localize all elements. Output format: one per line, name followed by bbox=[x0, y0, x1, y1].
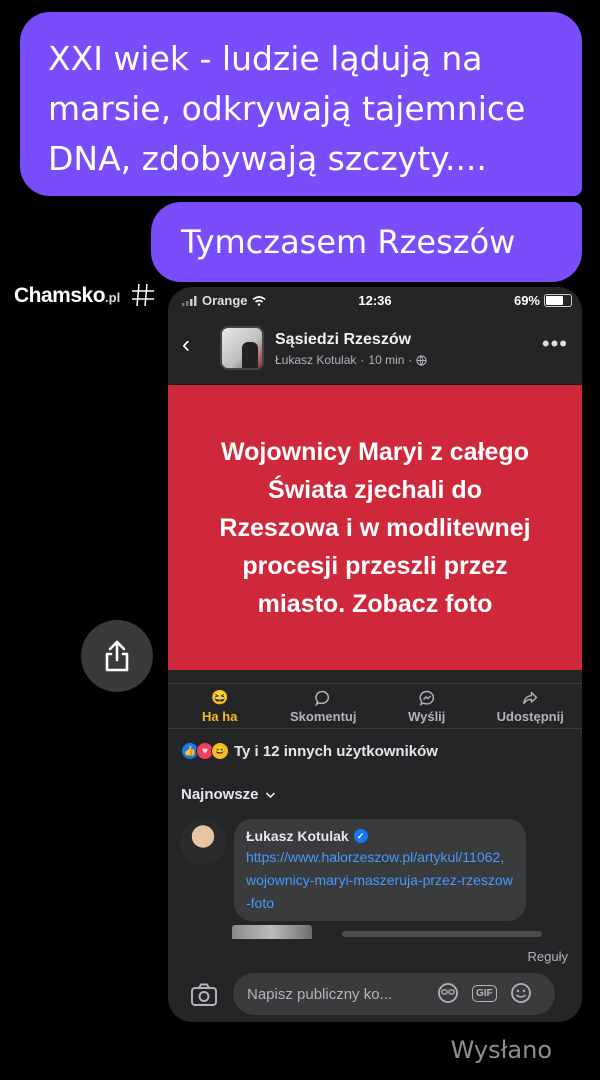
camera-icon[interactable] bbox=[190, 982, 218, 1008]
share-post-button[interactable]: Udostępnij bbox=[479, 684, 583, 728]
status-bar: Orange 12:36 69% bbox=[168, 287, 582, 313]
battery-percent: 69% bbox=[513, 293, 540, 308]
globe-icon bbox=[416, 354, 428, 366]
watermark-logo: Chamsko .pl bbox=[14, 276, 156, 308]
comment-icon bbox=[315, 690, 330, 706]
reactions-summary[interactable]: 👍 ♥ 😆 Ty i 12 innych użytkowników bbox=[181, 742, 438, 760]
comment-author[interactable]: Łukasz Kotulak bbox=[246, 828, 349, 844]
chat-message-bubble: XXI wiek - ludzie lądują na marsie, odkr… bbox=[20, 12, 582, 196]
comment-link[interactable]: https://www.halorzeszow.pl/artykul/11062… bbox=[246, 846, 514, 915]
avatar-sticker-icon[interactable] bbox=[436, 982, 460, 1004]
send-button[interactable]: Wyślij bbox=[375, 684, 479, 728]
share-arrow-icon bbox=[523, 691, 538, 704]
comment-sort-dropdown[interactable]: Najnowsze bbox=[181, 786, 276, 803]
emoji-icon[interactable] bbox=[509, 982, 533, 1004]
watermark-name: Chamsko bbox=[14, 284, 106, 307]
post-header: ‹ Sąsiedzi Rzeszów Łukasz Kotulak · 10 m… bbox=[168, 313, 582, 385]
next-comment-preview bbox=[232, 925, 582, 939]
sent-status: Wysłano bbox=[450, 1036, 552, 1064]
haha-reaction-icon: 😆 bbox=[211, 742, 229, 760]
post-time: 10 min bbox=[368, 353, 405, 367]
post-image-text: Wojownicy Maryi z całego Świata zjechali… bbox=[219, 437, 531, 618]
facebook-post-screenshot: Orange 12:36 69% ‹ Sąsiedzi Rzeszów Łuka… bbox=[168, 287, 582, 1022]
group-name[interactable]: Sąsiedzi Rzeszów bbox=[275, 331, 411, 349]
gif-icon[interactable]: GIF bbox=[472, 984, 497, 1002]
group-avatar[interactable] bbox=[220, 326, 264, 370]
post-meta: Łukasz Kotulak · 10 min · bbox=[275, 353, 428, 367]
battery-icon bbox=[544, 294, 572, 307]
back-chevron-icon[interactable]: ‹ bbox=[182, 331, 190, 359]
comment-composer: GIF bbox=[168, 967, 582, 1022]
post-actions-bar: 😆 Ha ha Skomentuj Wyślij Udostępnij bbox=[168, 683, 582, 729]
verified-badge-icon: ✓ bbox=[353, 829, 368, 843]
haha-reaction-button[interactable]: 😆 Ha ha bbox=[168, 684, 272, 728]
chevron-down-icon bbox=[265, 791, 275, 798]
share-button[interactable] bbox=[81, 620, 153, 692]
comment-bubble: Łukasz Kotulak ✓ https://www.halorzeszow… bbox=[234, 819, 526, 921]
commenter-avatar[interactable] bbox=[180, 819, 226, 865]
reactions-label: Ty i 12 innych użytkowników bbox=[234, 742, 438, 760]
post-image[interactable]: Wojownicy Maryi z całego Świata zjechali… bbox=[168, 385, 582, 670]
link-preview-thumbnail bbox=[232, 925, 312, 939]
messenger-icon bbox=[419, 690, 434, 706]
chat-message-bubble: Tymczasem Rzeszów bbox=[151, 202, 582, 282]
more-options-icon[interactable]: ••• bbox=[542, 331, 568, 357]
rules-link[interactable]: Reguły bbox=[528, 949, 568, 964]
hashtag-mark-icon bbox=[132, 283, 155, 307]
haha-emoji-icon: 😆 bbox=[211, 688, 229, 705]
post-author[interactable]: Łukasz Kotulak bbox=[275, 353, 356, 367]
watermark-tld: .pl bbox=[105, 290, 121, 305]
comment-button[interactable]: Skomentuj bbox=[272, 684, 376, 728]
share-upload-icon bbox=[105, 640, 129, 672]
